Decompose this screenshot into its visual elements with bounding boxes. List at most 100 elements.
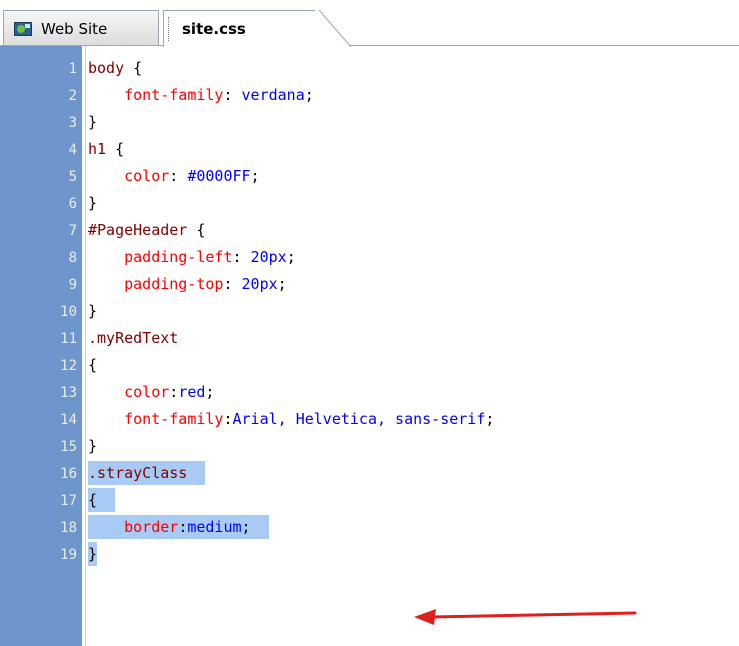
code-token: border [124,518,179,536]
code-token: red [178,383,206,401]
code-token: } [88,302,98,320]
line-number: 16 [60,466,77,482]
code-text: } [88,434,97,458]
code-text: #PageHeader { [88,218,205,242]
code-token: 20px [250,248,287,266]
line-number: 1 [68,61,77,77]
code-line[interactable]: 12 { [0,353,739,380]
code-text: } [88,299,97,323]
code-text: body { [88,56,142,80]
code-line[interactable]: 11 .myRedText [0,326,739,353]
code-text: font-family: verdana; [88,83,314,107]
line-number: 14 [60,412,77,428]
code-line[interactable]: 3} [0,110,739,137]
line-number: 18 [60,520,77,536]
tab-web-site[interactable]: Web Site [3,10,159,46]
line-number: 4 [68,142,77,158]
code-token: medium [187,518,242,536]
line-number: 3 [68,115,77,131]
code-token: Arial, Helvetica, sans-serif [232,410,486,428]
code-line[interactable]: 2 font-family: verdana; [0,83,739,110]
code-line[interactable]: 14 font-family:Arial, Helvetica, sans-se… [0,407,739,434]
code-token: .myRedText [88,329,179,347]
line-number: 13 [60,385,77,401]
code-token: padding-top [124,275,224,293]
code-line[interactable]: 18 border:medium; [0,515,739,542]
code-token: ; [277,275,287,293]
tab-label: Web Site [41,19,108,38]
tab-slant-edge [315,10,351,47]
line-number: 15 [60,439,77,455]
code-editor[interactable]: 1 body {2 font-family: verdana; 3} 4 h1 {5 c… [0,46,739,646]
code-token: ; [241,518,251,536]
selected-code-text: } [88,542,98,566]
line-number: 5 [68,169,77,185]
line-number: 11 [60,331,77,347]
code-line[interactable]: 9 padding-top: 20px; [0,272,739,299]
code-token: : [223,86,242,104]
code-line[interactable]: 4 h1 { [0,137,739,164]
line-number: 12 [60,358,77,374]
code-token: } [88,437,98,455]
code-line[interactable]: 13 color:red; [0,380,739,407]
code-token: 20px [241,275,278,293]
code-line[interactable]: 10} [0,299,739,326]
line-number: 19 [60,547,77,563]
line-number: 10 [60,304,77,320]
code-token: ; [250,167,260,185]
code-token: : [169,167,188,185]
code-text: color:red; [88,380,214,404]
code-token: ; [485,410,495,428]
line-number: 6 [68,196,77,212]
code-text: h1 { [88,137,124,161]
code-line[interactable]: 17 { [0,488,739,515]
line-number: 7 [68,223,77,239]
code-token: color [124,383,170,401]
selected-code-text: { [88,488,116,512]
code-token: verdana [241,86,305,104]
code-token: { [88,491,98,509]
code-line[interactable]: 16 .strayClass [0,461,739,488]
code-token: : [223,410,233,428]
code-line[interactable]: 8 padding-left: 20px; [0,245,739,272]
code-text: color: #0000FF; [88,164,260,188]
code-token: } [88,194,98,212]
code-token: ; [304,86,314,104]
code-text: padding-left: 20px; [88,245,296,269]
code-token: padding-left [124,248,233,266]
line-number: 2 [68,88,77,104]
code-token: { [88,356,98,374]
line-number: 8 [68,250,77,266]
code-line[interactable]: 15} [0,434,739,461]
code-token: } [88,545,98,563]
code-token: h1 [88,140,107,158]
tab-grip [168,17,171,41]
code-line[interactable]: 5 color: #0000FF; [0,164,739,191]
code-token: : [169,383,179,401]
code-line[interactable]: 1 body { [0,56,739,83]
code-token: { [106,140,125,158]
code-text: } [88,191,97,215]
document-tab-strip: Web Site site.css [0,0,739,47]
code-token: body [88,59,125,77]
code-line[interactable]: 19} [0,542,739,569]
code-token: #PageHeader [88,221,188,239]
red-arrow-annotation [414,609,637,625]
tab-site-css[interactable]: site.css [163,10,351,47]
code-token: : [178,518,188,536]
code-token: font-family [124,410,224,428]
code-token: { [187,221,206,239]
tab-label: site.css [182,20,246,38]
code-token: : [223,275,242,293]
code-line[interactable]: 6} [0,191,739,218]
code-line[interactable]: 7 #PageHeader { [0,218,739,245]
